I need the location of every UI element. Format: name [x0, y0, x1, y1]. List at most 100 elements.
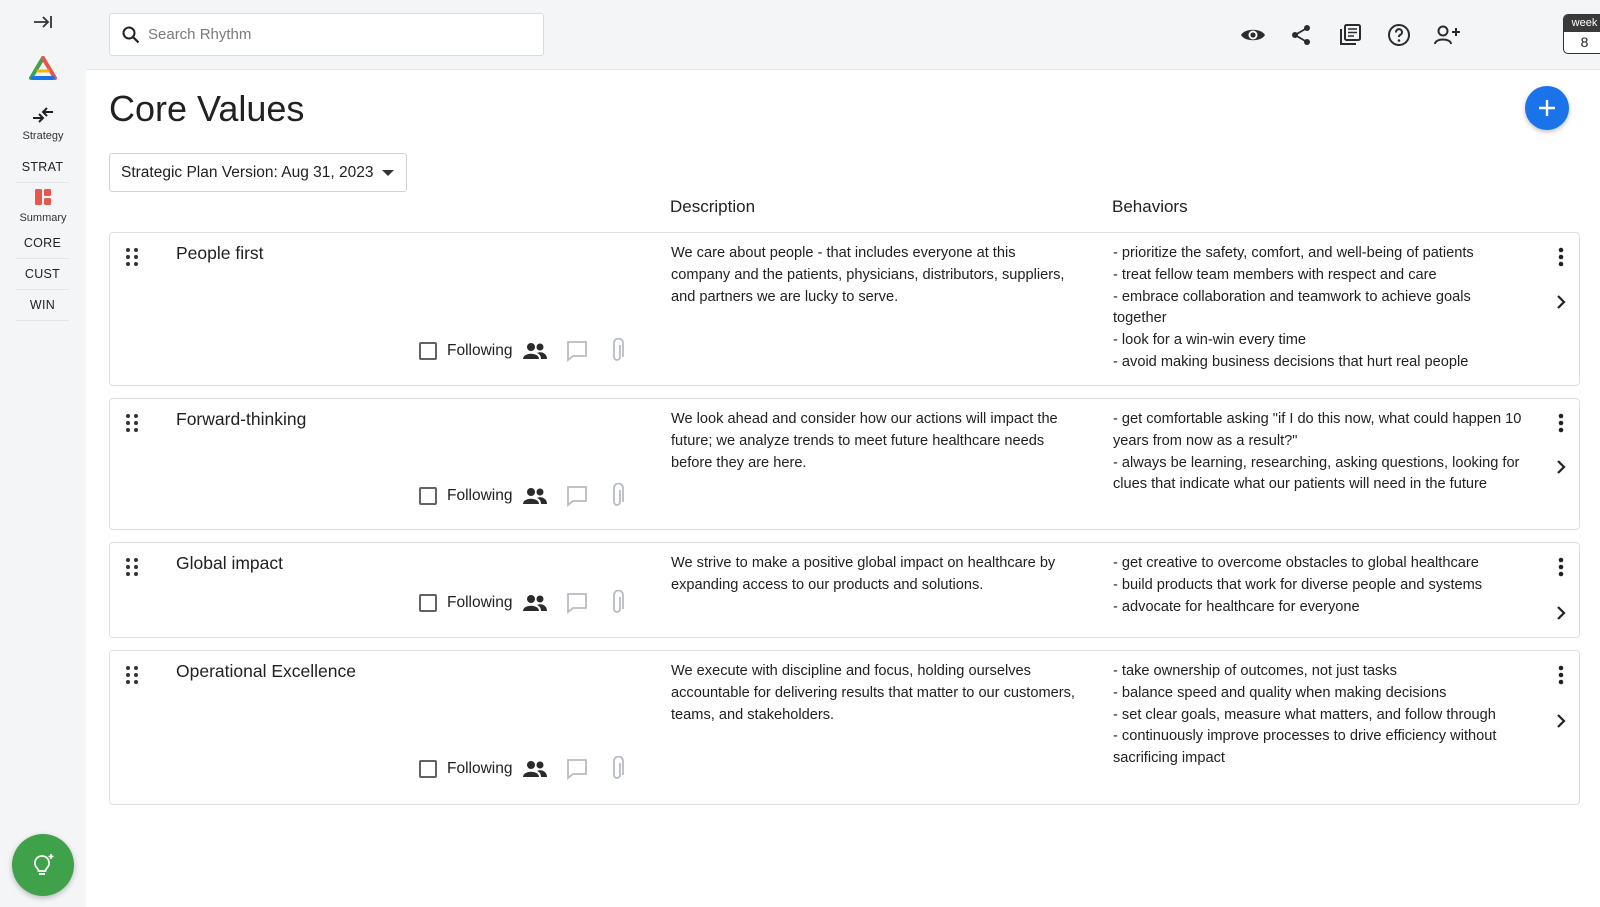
more-vertical-icon[interactable] — [1551, 663, 1571, 687]
library-button[interactable] — [1335, 20, 1365, 50]
core-value-behaviors: - get comfortable asking "if I do this n… — [1113, 409, 1528, 496]
rail-summary-button[interactable]: Summary — [0, 184, 86, 228]
column-header-behaviors: Behaviors — [1112, 197, 1188, 216]
rhythm-logo[interactable] — [0, 52, 86, 84]
core-value-title[interactable]: People first — [176, 243, 264, 264]
help-button[interactable] — [1384, 20, 1414, 50]
drag-handle-icon[interactable] — [124, 247, 140, 267]
rail-link-win[interactable]: WIN — [16, 290, 69, 321]
ideas-button[interactable] — [12, 834, 74, 896]
comment-icon[interactable] — [565, 484, 589, 508]
rhythm-triangle-logo — [29, 56, 57, 80]
add-user-icon — [1434, 25, 1460, 45]
swap-arrows-icon — [33, 107, 53, 123]
behavior-item: - set clear goals, measure what matters,… — [1113, 706, 1496, 723]
left-rail: Strategy STRAT Summary CORE CUST WIN — [0, 0, 86, 907]
behavior-item: - embrace collaboration and teamwork to … — [1113, 288, 1471, 327]
following-checkbox[interactable] — [419, 760, 437, 778]
dashboard-icon — [35, 189, 51, 205]
behavior-item: - avoid making business decisions that h… — [1113, 353, 1469, 370]
following-label: Following — [447, 760, 513, 777]
behavior-item: - prioritize the safety, comfort, and we… — [1113, 245, 1474, 261]
arrow-right-to-bar-icon — [34, 16, 52, 28]
behavior-item: - get comfortable asking "if I do this n… — [1113, 411, 1522, 449]
more-vertical-icon[interactable] — [1551, 245, 1571, 269]
expand-rail-button[interactable] — [0, 8, 86, 36]
more-vertical-icon[interactable] — [1551, 411, 1571, 435]
page-title: Core Values — [109, 88, 305, 129]
core-value-title[interactable]: Global impact — [176, 553, 283, 574]
drag-handle-icon[interactable] — [124, 557, 140, 577]
top-bar: week 8 — [86, 0, 1600, 70]
paperclip-icon[interactable] — [610, 756, 625, 782]
follow-row: Following — [419, 483, 625, 509]
add-core-value-button[interactable] — [1525, 86, 1569, 130]
eye-icon — [1241, 29, 1265, 41]
plan-version-label: Strategic Plan Version: Aug 31, 2023 — [121, 163, 374, 181]
week-number: 8 — [1580, 34, 1589, 50]
rail-link-core[interactable]: CORE — [16, 228, 69, 259]
follow-row: Following — [419, 590, 625, 616]
invite-user-button[interactable] — [1432, 20, 1462, 50]
search-box[interactable] — [109, 13, 544, 56]
core-value-card[interactable]: Global impact We strive to make a positi… — [109, 542, 1580, 638]
following-checkbox[interactable] — [419, 594, 437, 612]
following-label: Following — [447, 342, 513, 359]
behavior-item: - always be learning, researching, askin… — [1113, 454, 1520, 493]
chevron-right-icon[interactable] — [1551, 601, 1571, 625]
following-label: Following — [447, 594, 513, 611]
behavior-item: - look for a win-win every time — [1113, 332, 1307, 349]
plus-icon — [1539, 100, 1555, 116]
plan-version-select[interactable]: Strategic Plan Version: Aug 31, 2023 — [109, 153, 407, 192]
core-value-description: We strive to make a positive global impa… — [671, 555, 1056, 593]
chevron-right-icon[interactable] — [1551, 290, 1571, 314]
following-label: Following — [447, 487, 513, 504]
help-circle-icon — [1388, 24, 1410, 46]
paperclip-icon[interactable] — [610, 338, 625, 364]
core-value-description: We care about people - that includes eve… — [671, 245, 1065, 305]
view-button[interactable] — [1238, 20, 1268, 50]
week-indicator[interactable]: week 8 — [1563, 14, 1600, 54]
paperclip-icon[interactable] — [610, 590, 625, 616]
chevron-down-icon — [382, 170, 394, 176]
share-button[interactable] — [1286, 20, 1316, 50]
behavior-item: - advocate for healthcare for everyone — [1113, 598, 1360, 615]
chevron-right-icon[interactable] — [1551, 455, 1571, 479]
core-value-behaviors: - take ownership of outcomes, not just t… — [1113, 661, 1528, 770]
core-value-card[interactable]: Operational Excellence We execute with d… — [109, 650, 1580, 805]
core-value-card[interactable]: People first We care about people - that… — [109, 232, 1580, 386]
core-value-behaviors: - prioritize the safety, comfort, and we… — [1113, 243, 1528, 374]
behavior-item: - balance speed and quality when making … — [1113, 684, 1447, 701]
following-checkbox[interactable] — [419, 487, 437, 505]
people-icon[interactable] — [522, 594, 548, 612]
drag-handle-icon[interactable] — [124, 665, 140, 685]
lightbulb-icon — [34, 854, 54, 875]
comment-icon[interactable] — [565, 757, 589, 781]
week-label: week — [1564, 15, 1600, 32]
core-value-card[interactable]: Forward-thinking We look ahead and consi… — [109, 398, 1580, 530]
comment-icon[interactable] — [565, 339, 589, 363]
people-icon[interactable] — [522, 487, 548, 505]
comment-icon[interactable] — [565, 591, 589, 615]
core-value-description: We execute with discipline and focus, ho… — [671, 663, 1075, 723]
column-header-description: Description — [670, 197, 756, 216]
search-input[interactable] — [148, 26, 528, 43]
people-icon[interactable] — [522, 342, 548, 360]
paperclip-icon[interactable] — [610, 483, 625, 509]
follow-row: Following — [419, 756, 625, 782]
library-books-icon — [1340, 24, 1361, 45]
core-value-title[interactable]: Operational Excellence — [176, 661, 356, 682]
chevron-right-icon[interactable] — [1551, 709, 1571, 733]
people-icon[interactable] — [522, 760, 548, 778]
behavior-item: - take ownership of outcomes, not just t… — [1113, 663, 1397, 679]
drag-handle-icon[interactable] — [124, 413, 140, 433]
search-icon — [122, 26, 140, 43]
core-value-description: We look ahead and consider how our actio… — [671, 411, 1058, 471]
more-vertical-icon[interactable] — [1551, 555, 1571, 579]
core-value-title[interactable]: Forward-thinking — [176, 409, 306, 430]
behavior-item: - continuously improve processes to driv… — [1113, 728, 1497, 767]
rail-strategy-button[interactable]: Strategy — [0, 100, 86, 148]
rail-link-strat[interactable]: STRAT — [16, 152, 69, 183]
rail-link-cust[interactable]: CUST — [16, 259, 69, 290]
following-checkbox[interactable] — [419, 342, 437, 360]
